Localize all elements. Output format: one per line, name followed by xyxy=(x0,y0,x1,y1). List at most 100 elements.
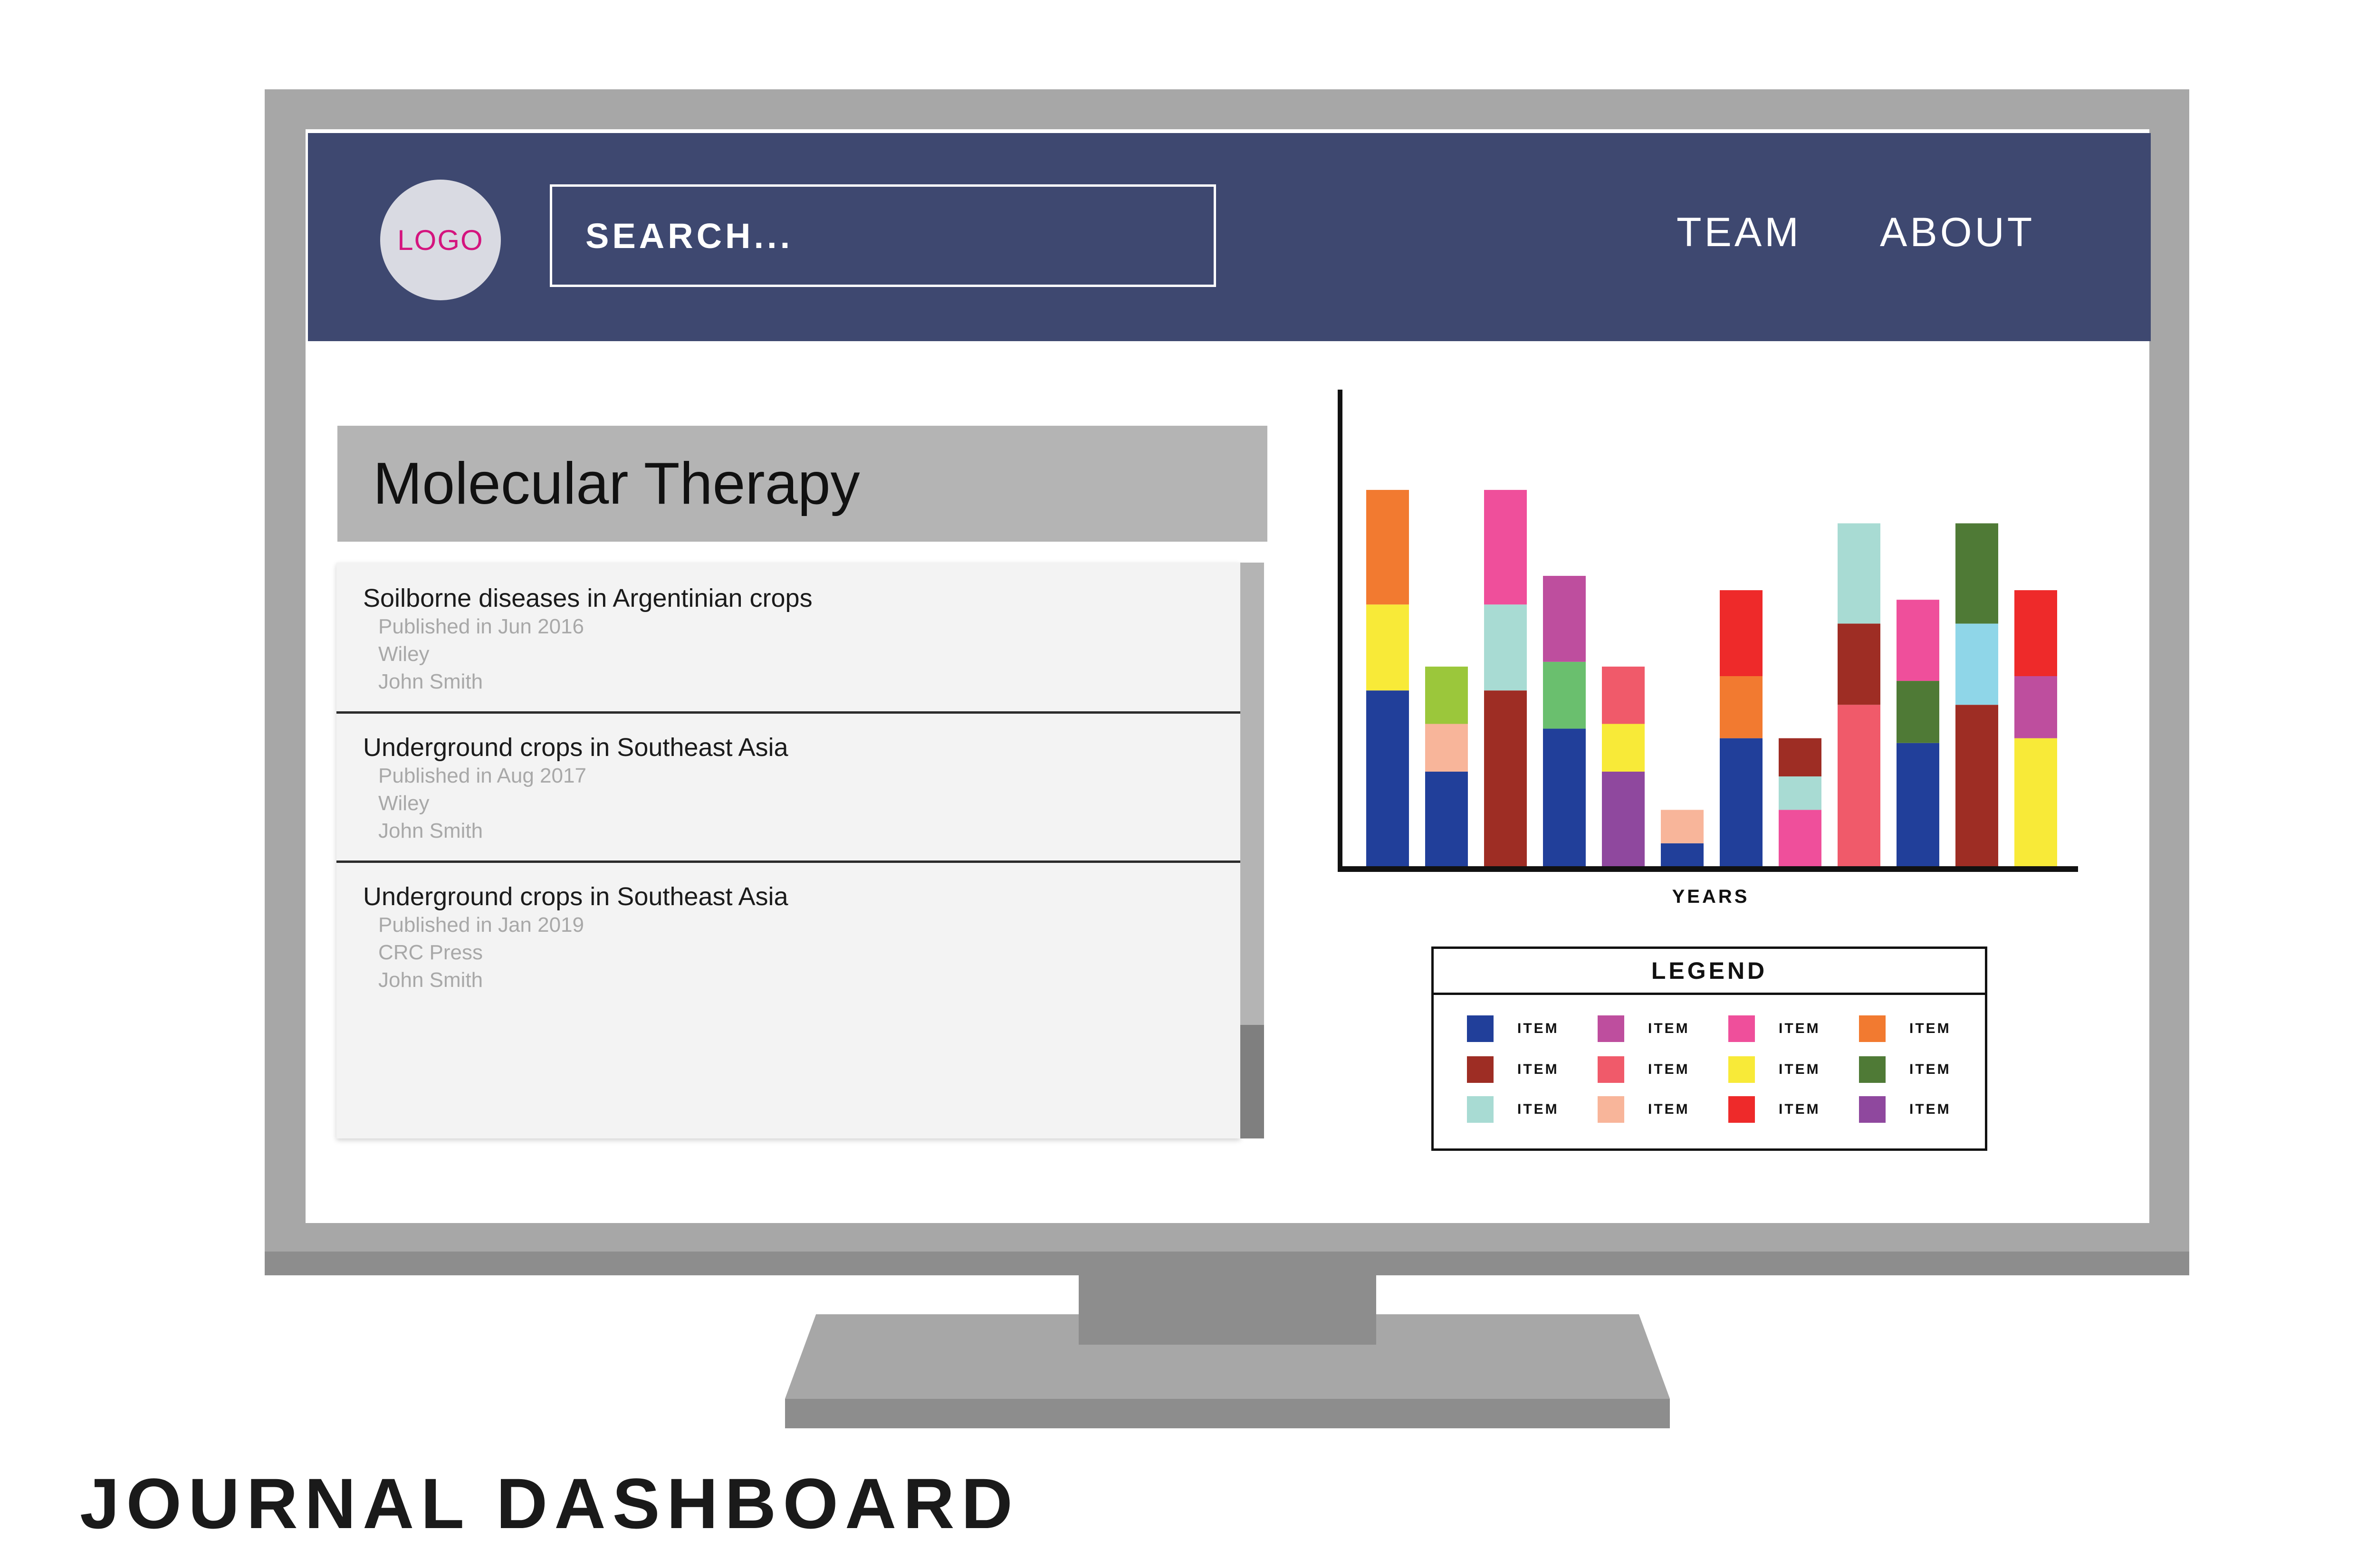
legend-item: ITEM xyxy=(1728,1096,1820,1123)
bar-segment-5-0 xyxy=(1661,843,1704,867)
legend-swatch xyxy=(1598,1015,1624,1042)
stacked-bar-chart xyxy=(1338,390,2078,872)
bar-segment-9-1 xyxy=(1897,681,1939,743)
article-title: Soilborne diseases in Argentinian crops xyxy=(363,584,813,612)
legend-item: ITEM xyxy=(1467,1096,1559,1123)
bar-segment-1-2 xyxy=(1425,666,1468,724)
legend-swatch xyxy=(1728,1015,1755,1042)
bar-segment-5-1 xyxy=(1661,810,1704,843)
legend-swatch xyxy=(1859,1096,1886,1123)
article-publisher: Wiley xyxy=(378,642,430,666)
article-author: John Smith xyxy=(378,968,483,992)
bar-segment-0-2 xyxy=(1366,490,1409,605)
legend-label: ITEM xyxy=(1648,1101,1690,1117)
bar-segment-10-2 xyxy=(1955,523,1998,624)
legend-label: ITEM xyxy=(1517,1101,1559,1117)
legend-swatch xyxy=(1728,1096,1755,1123)
legend-label: ITEM xyxy=(1779,1101,1820,1117)
bar-segment-7-1 xyxy=(1779,776,1821,810)
scrollbar-thumb[interactable] xyxy=(1240,1025,1264,1138)
bar-segment-8-0 xyxy=(1838,705,1880,867)
article-item[interactable]: Underground crops in Southeast Asia Publ… xyxy=(336,714,1240,863)
bar-segment-2-2 xyxy=(1484,490,1527,605)
bar-segment-7-2 xyxy=(1779,738,1821,777)
x-axis-label: YEARS xyxy=(1672,886,1750,907)
bar-segment-10-0 xyxy=(1955,705,1998,867)
legend-swatch xyxy=(1859,1015,1886,1042)
bar-segment-4-0 xyxy=(1602,772,1645,867)
logo[interactable]: LOGO xyxy=(380,180,501,300)
legend-item: ITEM xyxy=(1598,1056,1690,1083)
legend-label: ITEM xyxy=(1517,1061,1559,1077)
legend-label: ITEM xyxy=(1909,1061,1951,1077)
legend-label: ITEM xyxy=(1779,1061,1820,1077)
article-item[interactable]: Soilborne diseases in Argentinian crops … xyxy=(336,564,1240,714)
legend-swatch xyxy=(1598,1096,1624,1123)
bar-segment-10-1 xyxy=(1955,623,1998,705)
bar-segment-6-2 xyxy=(1720,590,1763,676)
article-title: Underground crops in Southeast Asia xyxy=(363,882,788,911)
legend-item: ITEM xyxy=(1598,1015,1690,1042)
nav-link-about[interactable]: ABOUT xyxy=(1880,209,2035,266)
legend-swatch xyxy=(1467,1015,1494,1042)
bar-segment-6-1 xyxy=(1720,676,1763,738)
legend-item: ITEM xyxy=(1467,1056,1559,1083)
bar-segment-11-0 xyxy=(2014,738,2057,867)
article-publisher: CRC Press xyxy=(378,941,483,964)
search-input[interactable]: SEARCH... xyxy=(550,184,1216,287)
bar-segment-3-1 xyxy=(1543,661,1586,729)
bar-segment-9-0 xyxy=(1897,743,1939,867)
bar-segment-11-1 xyxy=(2014,676,2057,738)
bar-segment-0-0 xyxy=(1366,690,1409,867)
search-placeholder: SEARCH... xyxy=(585,216,794,256)
bar-segment-7-0 xyxy=(1779,810,1821,867)
article-author: John Smith xyxy=(378,819,483,842)
article-author: John Smith xyxy=(378,670,483,693)
article-published: Published in Aug 2017 xyxy=(378,764,586,787)
legend-swatch xyxy=(1728,1056,1755,1083)
monitor-neck xyxy=(1079,1275,1376,1345)
article-published: Published in Jun 2016 xyxy=(378,615,584,638)
legend-label: ITEM xyxy=(1648,1061,1690,1077)
bar-segment-3-2 xyxy=(1543,575,1586,662)
bar-segment-8-1 xyxy=(1838,623,1880,705)
bar-segment-0-1 xyxy=(1366,604,1409,691)
bar-segment-11-2 xyxy=(2014,590,2057,676)
legend-title: LEGEND xyxy=(1434,949,1985,995)
chart-bars xyxy=(1366,490,2057,867)
article-item[interactable]: Underground crops in Southeast Asia Publ… xyxy=(336,863,1240,1012)
bar-segment-1-0 xyxy=(1425,772,1468,867)
journal-title: Molecular Therapy xyxy=(337,426,1267,542)
bar-segment-2-0 xyxy=(1484,690,1527,867)
bar-segment-4-2 xyxy=(1602,666,1645,724)
monitor-stand-shadow xyxy=(785,1399,1670,1428)
legend-swatch xyxy=(1467,1056,1494,1083)
bar-segment-2-1 xyxy=(1484,604,1527,691)
bar-segment-3-0 xyxy=(1543,728,1586,867)
legend-label: ITEM xyxy=(1909,1101,1951,1117)
journal-title-text: Molecular Therapy xyxy=(373,451,860,516)
legend-label: ITEM xyxy=(1517,1021,1559,1036)
legend-item: ITEM xyxy=(1598,1096,1690,1123)
legend-swatch xyxy=(1467,1096,1494,1123)
legend-item: ITEM xyxy=(1467,1015,1559,1042)
article-published: Published in Jan 2019 xyxy=(378,913,584,937)
legend-label: ITEM xyxy=(1648,1021,1690,1036)
bar-segment-6-0 xyxy=(1720,738,1763,867)
nav-link-team[interactable]: TEAM xyxy=(1677,209,1801,266)
legend-label: ITEM xyxy=(1779,1021,1820,1036)
bar-segment-4-1 xyxy=(1602,724,1645,772)
chart-legend: LEGEND ITEM ITEM ITEM ITEM ITEM ITEM ITEM ITEM I… xyxy=(1431,947,1987,1151)
legend-item: ITEM xyxy=(1859,1056,1951,1083)
bar-segment-8-2 xyxy=(1838,523,1880,624)
legend-item: ITEM xyxy=(1728,1015,1820,1042)
bar-segment-1-1 xyxy=(1425,724,1468,772)
page-caption: JOURNAL DASHBOARD xyxy=(80,1463,1019,1543)
legend-label: ITEM xyxy=(1909,1021,1951,1036)
legend-swatch xyxy=(1598,1056,1624,1083)
article-title: Underground crops in Southeast Asia xyxy=(363,733,788,762)
legend-swatch xyxy=(1859,1056,1886,1083)
legend-item: ITEM xyxy=(1859,1015,1951,1042)
legend-item: ITEM xyxy=(1859,1096,1951,1123)
legend-item: ITEM xyxy=(1728,1056,1820,1083)
